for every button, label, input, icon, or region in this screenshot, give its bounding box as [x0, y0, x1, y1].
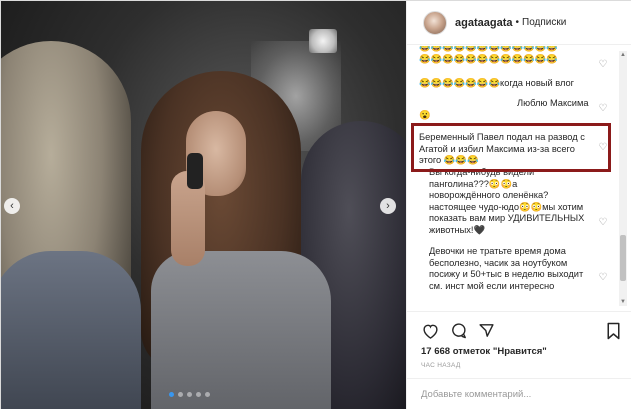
comment-like-button[interactable]: ♡ — [597, 59, 609, 71]
foreground-shoulder — [1, 251, 141, 409]
post-header: agataagata • Подписки — [407, 1, 631, 45]
woman-jacket — [151, 251, 331, 409]
comment-item: Девочки не тратьте время дома бесполезно… — [429, 246, 594, 292]
heart-icon: ♡ — [598, 217, 608, 228]
comment-text: 😂😂😂😂😂😂😂когда новый влог — [419, 78, 575, 88]
comment-like-button[interactable]: ♡ — [597, 217, 609, 229]
carousel-dot — [196, 392, 201, 397]
post-photo[interactable]: ‹ › — [1, 1, 406, 409]
save-button[interactable] — [604, 322, 622, 340]
heart-icon: ♡ — [598, 59, 608, 70]
comment-item: 😂😂😂😂😂😂😂😂😂😂😂😂 — [419, 46, 597, 54]
scroll-down-arrow-icon[interactable]: ▼ — [620, 299, 626, 305]
comments-scrollbar[interactable]: ▲ ▼ — [619, 51, 627, 306]
add-comment-input[interactable] — [421, 389, 611, 400]
avatar[interactable] — [423, 10, 447, 35]
carousel-dots — [169, 392, 210, 397]
comment-text: 😂😂😂😂😂😂😂😂😂😂😂😂 — [419, 54, 558, 64]
heart-icon: ♡ — [598, 103, 608, 114]
comment-like-button[interactable]: ♡ — [597, 103, 609, 115]
comment-text: Беременный Павел подал на развод с Агато… — [419, 132, 585, 165]
share-button[interactable] — [477, 322, 495, 340]
comment-like-button[interactable]: ♡ — [597, 272, 609, 284]
comment-icon — [451, 323, 466, 339]
next-photo-button[interactable]: › — [380, 198, 396, 214]
chevron-right-icon: › — [386, 200, 390, 212]
bookmark-icon — [607, 322, 619, 340]
comment-item: 😂😂😂😂😂😂😂😂😂😂😂😂 — [419, 54, 597, 66]
background-lamp — [309, 29, 337, 53]
comment-item-highlighted: Беременный Павел подал на развод с Агато… — [419, 132, 591, 167]
comments-list: 😂😂😂😂😂😂😂😂😂😂😂😂 😂😂😂😂😂😂😂😂😂😂😂😂 ♡ 😂😂😂😂😂😂😂когда… — [407, 46, 631, 311]
previous-photo-button[interactable]: ‹ — [4, 198, 20, 214]
scrollbar-thumb[interactable] — [620, 235, 626, 281]
comment-text: Люблю Максима — [517, 98, 589, 108]
post-time[interactable]: ЧАС НАЗАД — [421, 362, 461, 369]
comment-item: 😮 — [419, 110, 597, 122]
post-actions — [407, 311, 631, 349]
carousel-dot — [205, 392, 210, 397]
microphone — [187, 153, 203, 189]
share-icon — [478, 324, 494, 337]
comment-text: Вы когда-нибудь видели панголина???😳😳а н… — [429, 167, 585, 235]
like-count[interactable]: 17 668 отметок "Нравится" — [421, 346, 547, 357]
like-button[interactable] — [421, 322, 439, 340]
separator: • — [515, 17, 519, 28]
heart-icon: ♡ — [598, 142, 608, 153]
follow-status-button[interactable]: Подписки — [522, 17, 566, 28]
comment-text: 😂😂😂😂😂😂😂😂😂😂😂😂 — [419, 46, 558, 52]
comment-text: 😮 — [419, 110, 431, 120]
heart-icon: ♡ — [598, 272, 608, 283]
post-side-panel: agataagata • Подписки 😂😂😂😂😂😂😂😂😂😂😂😂 😂😂😂😂😂… — [406, 1, 631, 409]
carousel-dot — [187, 392, 192, 397]
carousel-dot — [178, 392, 183, 397]
comment-text: Девочки не тратьте время дома бесполезно… — [429, 246, 584, 291]
comment-item: 😂😂😂😂😂😂😂когда новый влог — [419, 78, 597, 90]
instagram-post-frame: ‹ › agataagata • Подписки 😂😂😂😂😂😂😂😂😂😂😂😂 😂… — [0, 0, 631, 409]
heart-icon — [422, 324, 438, 339]
username[interactable]: agataagata — [455, 17, 512, 29]
chevron-left-icon: ‹ — [10, 200, 14, 212]
comment-button[interactable] — [449, 322, 467, 340]
add-comment-bar — [407, 378, 631, 409]
comment-like-button[interactable]: ♡ — [597, 142, 609, 154]
carousel-dot — [169, 392, 174, 397]
scroll-up-arrow-icon[interactable]: ▲ — [620, 52, 626, 58]
comment-item: Вы когда-нибудь видели панголина???😳😳а н… — [429, 167, 589, 236]
